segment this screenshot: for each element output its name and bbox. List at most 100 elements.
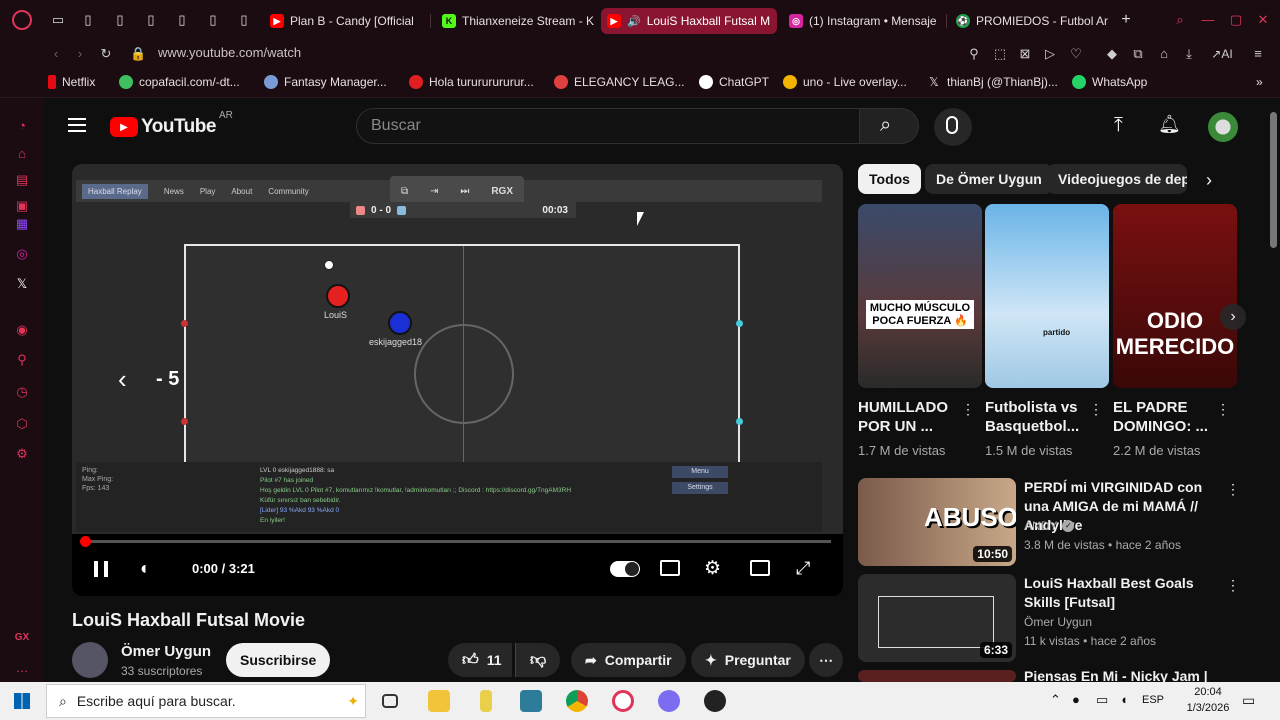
chip-todos[interactable]: Todos (858, 164, 921, 194)
shield-icon[interactable]: ⊠ (1017, 46, 1033, 62)
card-icon[interactable]: ▤ (14, 172, 30, 188)
shorts-next-icon[interactable]: › (1220, 304, 1246, 330)
new-tab-icon[interactable]: + (1118, 12, 1134, 28)
pinned-tab-icon[interactable]: ▯ (112, 12, 128, 28)
opera-gx-logo-icon[interactable] (12, 10, 32, 30)
short-thumbnail[interactable]: partido (985, 204, 1109, 388)
related-title[interactable]: LouiS Haxball Best Goals Skills [Futsal] (1024, 574, 1224, 612)
bookmark-hola[interactable]: Hola turururururur... (409, 75, 534, 89)
dislike-button[interactable]: 👎︎ (515, 643, 561, 677)
upload-icon[interactable]: ⤒ (1114, 114, 1123, 137)
extensions-icon[interactable]: ⧉ (1130, 46, 1146, 62)
pinned-tab-icon[interactable]: ▯ (174, 12, 190, 28)
pause-icon[interactable] (94, 561, 108, 577)
volume-icon[interactable]: ◖ (138, 558, 149, 579)
short-thumbnail[interactable]: ODIO MERECIDO (1113, 204, 1237, 388)
speaker-icon[interactable]: 🔊 (627, 15, 641, 28)
scrollbar-thumb[interactable] (1270, 112, 1277, 248)
short-title[interactable]: EL PADRE DOMINGO: ... (1113, 398, 1213, 436)
like-button[interactable]: 👍︎ 11 (448, 643, 512, 677)
file-explorer-icon[interactable] (428, 690, 450, 712)
instagram-icon[interactable]: ◎ (14, 246, 30, 262)
app-icon[interactable] (520, 690, 542, 712)
tab-instagram[interactable]: ◎ (1) Instagram • Mensaje (783, 8, 943, 34)
fullscreen-icon[interactable]: ⤢ (796, 558, 810, 579)
kebab-menu-icon[interactable]: ⋮ (1226, 578, 1240, 600)
tab-promiedos[interactable]: ⚽ PROMIEDOS - Futbol Ar (950, 8, 1110, 34)
search-tabs-icon[interactable]: ⌕ (1172, 12, 1188, 28)
menu-icon[interactable]: ▣ (14, 198, 30, 214)
snapshot-icon[interactable]: ⬚ (992, 46, 1008, 62)
language-indicator[interactable]: ESP (1142, 694, 1164, 706)
minimize-icon[interactable]: — (1200, 12, 1216, 28)
popout-icon[interactable]: ⧉ (401, 186, 408, 197)
cube-icon[interactable]: ⬡ (14, 416, 30, 432)
dice-icon[interactable]: ◔ (14, 118, 30, 134)
bookmark-uno[interactable]: uno - Live overlay... (783, 75, 907, 89)
chrome-icon[interactable] (566, 690, 588, 712)
wallet-icon[interactable]: ◆ (1104, 46, 1120, 62)
search-button[interactable]: ⌕ (859, 108, 919, 144)
app-icon[interactable] (480, 690, 492, 712)
share-button[interactable]: ➦ Compartir (571, 643, 686, 677)
avatar[interactable] (1208, 112, 1238, 142)
pinned-tab-icon[interactable]: ▯ (205, 12, 221, 28)
player-icon[interactable]: ◉ (14, 322, 30, 338)
subtitles-icon[interactable] (660, 560, 680, 576)
twitch-icon[interactable]: ▦ (14, 216, 30, 232)
subscribe-button[interactable]: Suscribirse (226, 643, 331, 677)
tab-kick-stream[interactable]: K Thianxeneize Stream - K (436, 8, 596, 34)
exit-icon[interactable]: ⇥ (430, 186, 438, 197)
maximize-icon[interactable]: ▢ (1228, 12, 1244, 28)
windows-start-icon[interactable] (14, 693, 30, 709)
back-icon[interactable]: ‹ (48, 46, 64, 62)
kebab-menu-icon[interactable]: ⋮ (1089, 402, 1103, 424)
video-player[interactable]: Haxball Replay News Play About Community… (72, 164, 843, 596)
bookmark-thianbj[interactable]: 𝕏thianBj (@ThianBj)... (927, 75, 1058, 89)
channel-avatar[interactable] (72, 642, 108, 678)
clock-icon[interactable]: ◷ (14, 384, 30, 400)
more-icon[interactable]: … (14, 660, 30, 676)
clock-time[interactable]: 20:04 (1186, 686, 1230, 698)
settings-icon[interactable]: ⚙ (14, 446, 30, 462)
tray-chevron-icon[interactable]: ⌃ (1050, 692, 1061, 708)
chip-videojuegos[interactable]: Videojuegos de depor (1047, 164, 1187, 194)
theater-mode-icon[interactable] (750, 560, 770, 576)
bookmark-elegancy[interactable]: ELEGANCY LEAG... (554, 75, 685, 89)
chip-de-omer-uygun[interactable]: De Ömer Uygun (925, 164, 1053, 194)
ai-icon[interactable]: ↗AI (1208, 46, 1236, 62)
overlay-rgx-label[interactable]: RGX (491, 186, 513, 197)
x-icon[interactable]: 𝕏 (14, 276, 30, 292)
more-bookmarks-icon[interactable]: » (1256, 75, 1263, 89)
bookmark-copafacil[interactable]: copafacil.com/-dt... (119, 75, 240, 89)
related-thumbnail[interactable] (858, 670, 1016, 682)
short-title[interactable]: HUMILLADO POR UN ... (858, 398, 958, 436)
notifications-icon[interactable]: 🔔︎ (1158, 114, 1181, 135)
tab-plan-b[interactable]: ▶ Plan B - Candy [Official (264, 8, 424, 34)
skip-icon[interactable]: ⏭ (460, 186, 469, 197)
heart-icon[interactable]: ♡ (1068, 46, 1084, 62)
bag-icon[interactable]: ⌂ (14, 146, 30, 162)
profile-icon[interactable]: ⌂ (1156, 46, 1172, 62)
clock-date[interactable]: 1/3/2026 (1178, 702, 1238, 714)
taskbar-search[interactable]: ⌕ Escribe aquí para buscar. ✦ (46, 684, 366, 718)
ask-button[interactable]: ✦ Preguntar (691, 643, 805, 677)
page-scrollbar[interactable] (1268, 98, 1280, 682)
bookmark-fantasy[interactable]: Fantasy Manager... (264, 75, 387, 89)
pinned-tab-icon[interactable]: ▯ (236, 12, 252, 28)
gx-label[interactable]: GX (14, 630, 30, 646)
progress-track[interactable] (84, 540, 831, 543)
tab-louis-haxball[interactable]: ▶ 🔊 LouiS Haxball Futsal M (601, 8, 777, 34)
kebab-menu-icon[interactable]: ⋮ (961, 402, 975, 424)
related-thumbnail[interactable]: ABUSO? 10:50 (858, 478, 1016, 566)
menu-icon[interactable]: ≡ (1250, 46, 1266, 62)
channel-name[interactable]: Ömer Uygun (121, 643, 211, 660)
voice-search-button[interactable] (934, 108, 972, 146)
bookmark-whatsapp[interactable]: WhatsApp (1072, 75, 1147, 89)
chips-next-icon[interactable]: › (1206, 170, 1212, 191)
kebab-menu-icon[interactable]: ⋮ (1226, 482, 1240, 504)
kebab-menu-icon[interactable]: ⋮ (1216, 402, 1230, 424)
hamburger-icon[interactable] (68, 118, 86, 132)
play-icon[interactable]: ▷ (1042, 46, 1058, 62)
mic-tray-icon[interactable]: ● (1072, 692, 1080, 707)
